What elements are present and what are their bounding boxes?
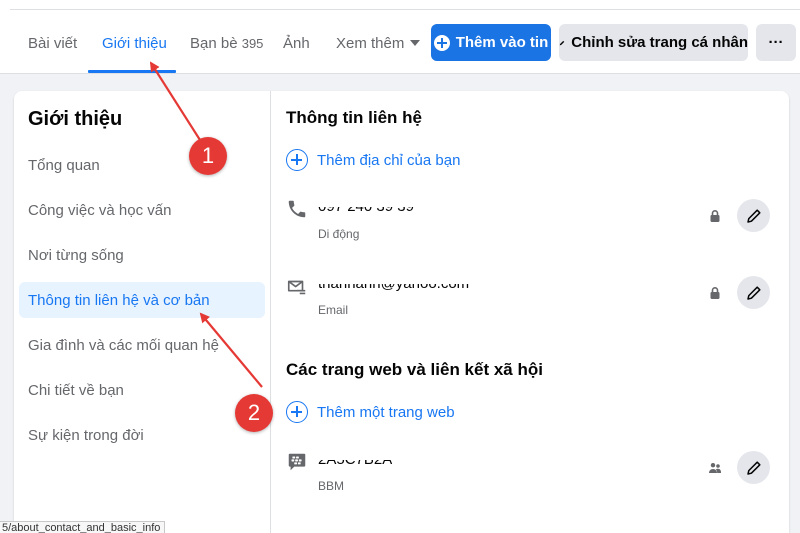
bbm-value-text: 2A5C7B2A — [318, 460, 392, 469]
sidebar-item-work-education[interactable]: Công việc và học vấn — [28, 202, 171, 219]
email-value-text: thanhanh@yahoo.com — [318, 284, 469, 293]
lock-icon[interactable] — [708, 209, 722, 223]
tab-photos[interactable]: Ảnh — [283, 34, 310, 54]
email-value: thanhanh@yahoo.com — [318, 284, 469, 293]
sidebar-item-places-lived[interactable]: Nơi từng sống — [28, 247, 124, 264]
pencil-icon — [746, 460, 761, 475]
tab-about[interactable]: Giới thiệu — [102, 34, 167, 54]
add-to-story-button[interactable]: Thêm vào tin — [431, 24, 551, 61]
add-address-label: Thêm địa chỉ của bạn — [317, 151, 461, 169]
more-options-button[interactable]: ··· — [756, 24, 796, 61]
active-tab-indicator — [88, 70, 176, 73]
lock-icon[interactable] — [708, 286, 722, 300]
phone-icon — [288, 200, 306, 218]
bbm-type-label: BBM — [318, 479, 345, 493]
pencil-icon — [746, 208, 761, 223]
tab-photos-label: Ảnh — [283, 35, 310, 52]
tab-posts[interactable]: Bài viết — [28, 34, 77, 54]
email-type-label: Email — [318, 303, 349, 317]
sidebar-item-family-relationships[interactable]: Gia đình và các mối quan hệ — [28, 337, 219, 354]
bbm-value: 2A5C7B2A — [318, 460, 392, 469]
sidebar-item-life-events[interactable]: Sự kiện trong đời — [28, 427, 144, 444]
pencil-icon — [559, 40, 565, 45]
plus-circle-icon — [433, 34, 450, 51]
friends-count: 395 — [241, 36, 264, 51]
more-options-icon: ··· — [768, 34, 784, 51]
websites-social-title: Các trang web và liên kết xã hội — [286, 360, 543, 379]
tab-see-more-label: Xem thêm — [336, 35, 405, 52]
add-circle-icon — [286, 149, 308, 171]
top-divider — [10, 9, 800, 10]
edit-profile-label: Chỉnh sửa trang cá nhân — [571, 34, 748, 51]
edit-phone-button[interactable] — [737, 199, 770, 232]
sidebar-item-details-about-you[interactable]: Chi tiết về bạn — [28, 382, 124, 399]
sidebar-item-overview[interactable]: Tổng quan — [28, 157, 100, 174]
bbm-icon — [288, 453, 306, 471]
sidebar-item-contact-basic-info[interactable]: Thông tin liên hệ và cơ bản — [28, 292, 210, 309]
tab-about-label: Giới thiệu — [102, 35, 167, 52]
phone-value-text: 097 240 39 39 — [318, 207, 414, 216]
pencil-icon — [746, 285, 761, 300]
phone-value: 097 240 39 39 — [318, 207, 414, 216]
profile-tab-bar: Bài viết Giới thiệu Bạn bè 395 Ảnh Xem t… — [0, 0, 800, 74]
annotation-badge-1: 1 — [189, 137, 227, 175]
add-to-story-label: Thêm vào tin — [455, 34, 549, 51]
add-circle-icon — [286, 401, 308, 423]
friends-icon[interactable] — [708, 461, 722, 475]
add-website-link[interactable]: Thêm một trang web — [286, 400, 455, 424]
add-website-label: Thêm một trang web — [317, 403, 455, 421]
phone-type-label: Di động — [318, 227, 360, 241]
status-bar-url: 5/about_contact_and_basic_info — [0, 521, 166, 533]
tab-friends[interactable]: Bạn bè 395 — [190, 34, 263, 54]
edit-profile-button[interactable]: Chỉnh sửa trang cá nhân — [559, 24, 748, 61]
contact-info-title: Thông tin liên hệ — [286, 108, 422, 127]
add-address-link[interactable]: Thêm địa chỉ của bạn — [286, 148, 460, 172]
caret-down-icon — [410, 40, 421, 47]
tab-see-more[interactable]: Xem thêm — [336, 34, 421, 54]
about-section-title: Giới thiệu — [28, 108, 123, 130]
edit-email-button[interactable] — [737, 276, 770, 309]
email-icon — [287, 280, 306, 295]
tab-friends-label: Bạn bè — [190, 35, 238, 52]
edit-bbm-button[interactable] — [737, 451, 770, 484]
card-divider — [270, 91, 271, 533]
tab-posts-label: Bài viết — [28, 35, 78, 52]
annotation-badge-2: 2 — [235, 394, 273, 432]
